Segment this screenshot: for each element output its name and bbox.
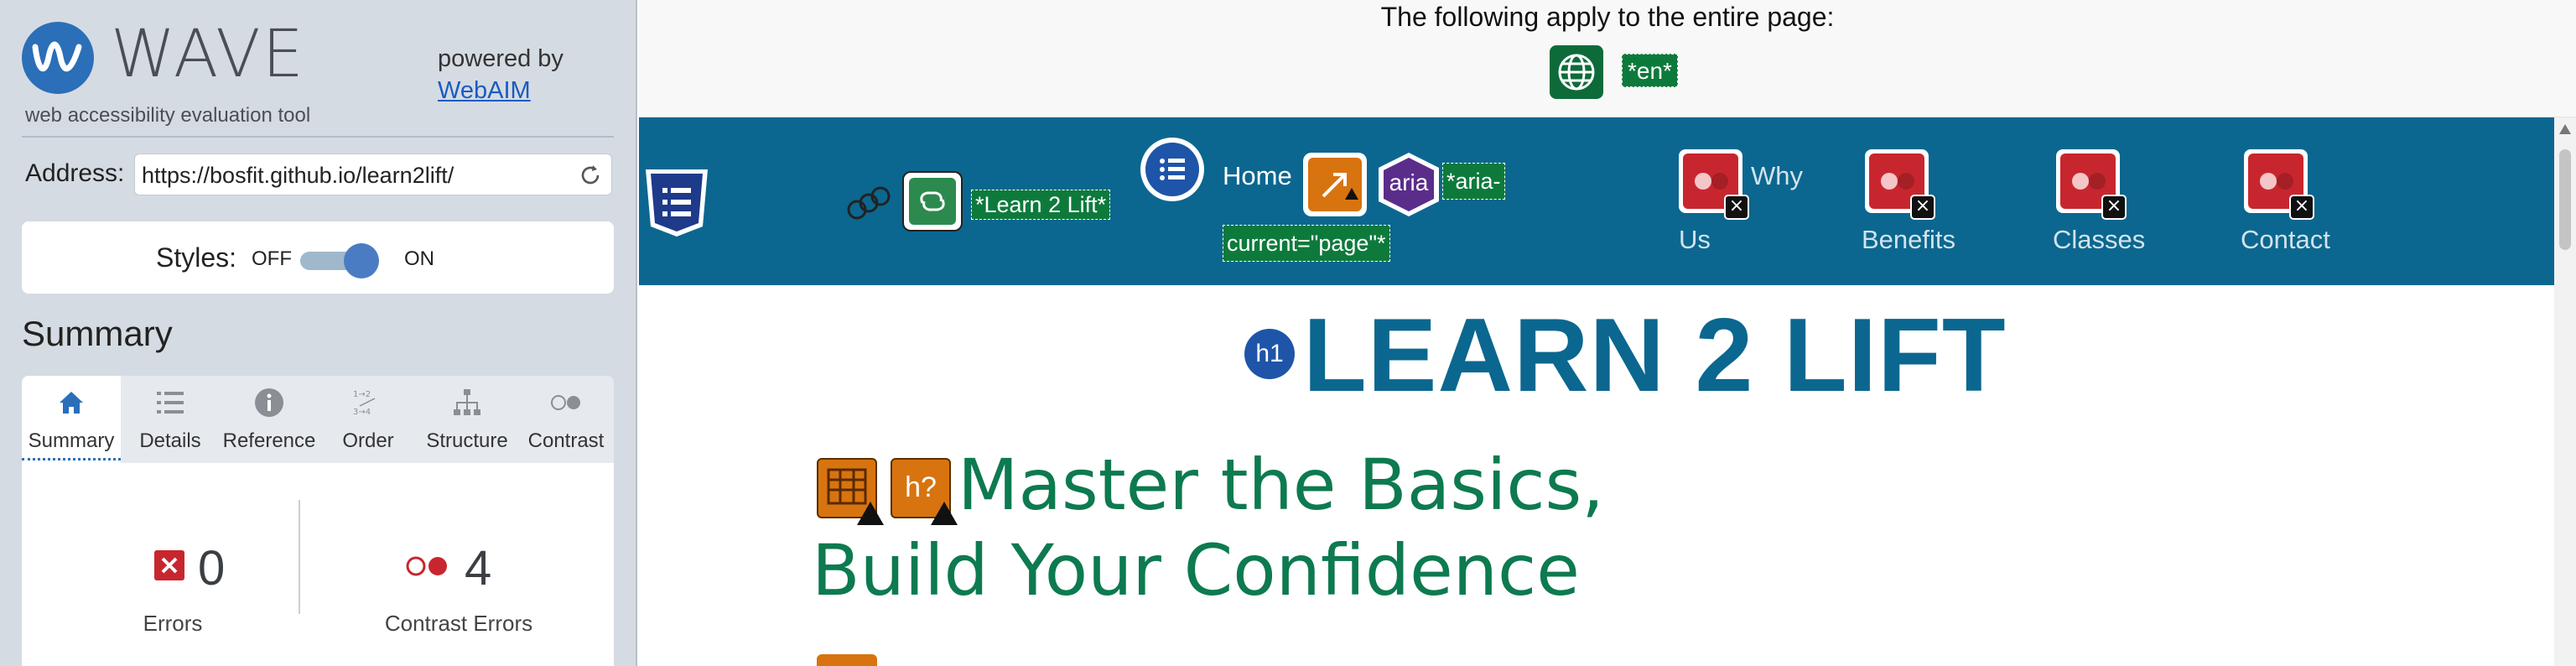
errors-summary[interactable]: 0 Errors (39, 535, 307, 636)
scroll-up-arrow-icon[interactable] (2559, 124, 2571, 134)
tab-label: Details (139, 429, 201, 452)
address-label: Address: (25, 159, 125, 187)
page-level-banner: The following apply to the entire page: … (639, 0, 2576, 117)
close-icon: × (2289, 195, 2314, 220)
order-icon: 1→2 3→4 (353, 390, 376, 417)
nav-link-why-us-cont[interactable]: Us (1679, 225, 1711, 255)
svg-text:3→4: 3→4 (353, 408, 371, 417)
address-input[interactable] (142, 161, 561, 190)
contrast-icon (551, 395, 580, 410)
close-icon: × (1910, 195, 1935, 220)
css-icon[interactable] (642, 166, 711, 238)
aria-icon[interactable]: aria (1375, 151, 1442, 218)
nav-link-benefits[interactable]: Benefits (1862, 225, 1955, 255)
error-icon (154, 550, 184, 580)
alt-text-tag[interactable]: *Learn 2 Lift* (971, 190, 1111, 220)
wave-logo-text: WAVE (111, 17, 305, 92)
globe-icon[interactable] (1550, 45, 1603, 99)
styles-off-label: OFF (252, 247, 292, 270)
wave-logo-icon (22, 22, 94, 94)
aria-current-part-1: *aria- (1442, 163, 1505, 200)
contrast-error-badge[interactable]: × (2056, 149, 2127, 220)
tab-order[interactable]: 1→2 3→4 Order (319, 376, 418, 463)
contrast-errors-summary[interactable]: 4 Contrast Errors (320, 535, 597, 636)
powered-by-label: powered by (438, 45, 564, 72)
wave-sidebar: WAVE web accessibility evaluation tool p… (0, 0, 637, 666)
warning-icon (857, 502, 884, 525)
summary-tabs: Summary Details Reference 1→2 3→4 Order (22, 376, 614, 463)
layout-table-alert-icon[interactable] (817, 458, 884, 525)
h1-label: h1 (1244, 329, 1295, 379)
site-navbar: *Learn 2 Lift* Home aria *aria- current=… (639, 117, 2554, 285)
address-field (134, 153, 612, 195)
nav-list-icon[interactable] (1140, 138, 1204, 201)
structure-icon (454, 389, 480, 415)
contrast-error-badge[interactable]: × (1865, 149, 1935, 220)
tab-label: Reference (222, 429, 316, 452)
linked-image-icon[interactable] (902, 171, 963, 232)
nav-link-home[interactable]: Home (1223, 161, 1292, 191)
nav-link-classes[interactable]: Classes (2053, 225, 2145, 255)
possible-heading-label: h? (905, 471, 937, 503)
aria-label: aria (1389, 169, 1429, 195)
nav-link-contact[interactable]: Contact (2241, 225, 2330, 255)
tab-label: Order (342, 429, 394, 452)
heading-level-badge[interactable]: h1 (1241, 325, 1298, 382)
aria-current-part-2: current="page"* (1223, 225, 1390, 262)
home-icon (60, 392, 83, 414)
styles-label: Styles: (156, 242, 237, 273)
list-icon (157, 392, 184, 414)
tab-details[interactable]: Details (121, 376, 220, 463)
contrast-error-badge[interactable]: × (2244, 149, 2314, 220)
divider (299, 500, 300, 614)
styles-panel: Styles: OFF ON (22, 221, 614, 294)
scrollbar-thumb[interactable] (2559, 149, 2571, 250)
page-title: LEARN 2 LIFT (1303, 298, 2007, 414)
close-icon: × (2101, 195, 2127, 220)
chain-icon (847, 186, 891, 220)
contrast-errors-count: 4 (465, 541, 492, 596)
tab-label: Contrast (527, 429, 605, 452)
alert-icon[interactable] (817, 654, 877, 666)
redundant-link-alert-icon[interactable] (1303, 153, 1367, 216)
tab-reference[interactable]: Reference (220, 376, 319, 463)
nav-link-why-us[interactable]: Why (1751, 161, 1803, 191)
tab-contrast[interactable]: Contrast (517, 376, 615, 463)
scrollbar[interactable] (2554, 117, 2576, 666)
tagline-line-1: Master the Basics, (958, 444, 1604, 526)
language-tag[interactable]: *en* (1622, 54, 1678, 87)
possible-heading-alert-icon[interactable]: h? (891, 458, 958, 525)
summary-heading: Summary (22, 314, 173, 353)
errors-count: 0 (198, 541, 226, 596)
tab-structure[interactable]: Structure (418, 376, 517, 463)
page-preview: The following apply to the entire page: … (639, 0, 2576, 666)
refresh-icon[interactable] (578, 163, 603, 188)
info-icon (255, 388, 283, 417)
tab-label: Structure (426, 429, 508, 452)
wave-tagline: web accessibility evaluation tool (25, 104, 311, 127)
styles-toggle[interactable] (300, 242, 391, 278)
toggle-knob (344, 243, 379, 278)
tab-label: Summary (22, 429, 121, 460)
summary-counts: 0 Errors 4 Contrast Errors (22, 463, 614, 666)
close-icon: × (1724, 195, 1749, 220)
divider (22, 136, 614, 138)
svg-text:1→2: 1→2 (353, 390, 371, 399)
styles-on-label: ON (404, 247, 434, 270)
banner-text: The following apply to the entire page: (1380, 2, 1835, 32)
contrast-error-badge[interactable]: × (1679, 149, 1749, 220)
warning-icon (931, 502, 958, 525)
errors-label: Errors (143, 611, 203, 636)
webaim-link[interactable]: WebAIM (438, 77, 531, 105)
contrast-errors-label: Contrast Errors (384, 611, 533, 636)
contrast-error-icon (406, 556, 447, 576)
tab-summary[interactable]: Summary (22, 376, 121, 463)
tagline-line-2: Build Your Confidence (812, 529, 1580, 611)
